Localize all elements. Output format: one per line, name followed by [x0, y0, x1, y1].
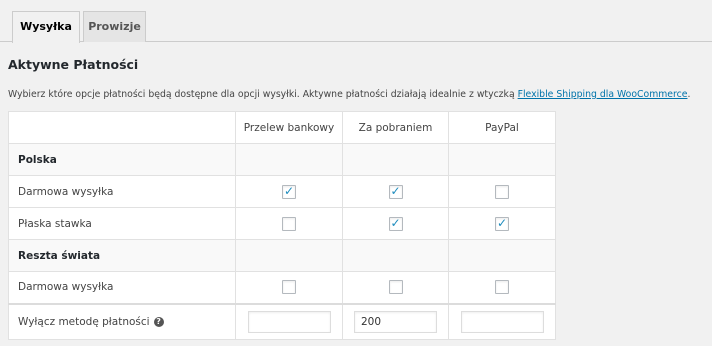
group-row: Polska — [8, 143, 556, 176]
disable-threshold-przelew-input[interactable] — [247, 310, 331, 333]
group-row: Reszta świata — [8, 239, 556, 272]
disable-method-label: Wyłącz metodę płatności — [18, 315, 150, 328]
header-za-pobraniem: Za pobraniem — [342, 111, 449, 144]
flexible-shipping-link[interactable]: Flexible Shipping dla WooCommerce — [518, 89, 688, 100]
checkbox[interactable] — [282, 216, 296, 231]
description: Wybierz które opcje płatności będą dostę… — [8, 89, 712, 101]
checkmark-icon: ✓ — [390, 183, 401, 198]
description-text: Wybierz które opcje płatności będą dostę… — [8, 89, 518, 100]
group-name: Reszta świata — [8, 239, 236, 272]
group-cell — [342, 239, 449, 272]
section-title: Aktywne Płatności — [8, 57, 139, 72]
checkmark-icon: ✓ — [390, 215, 401, 230]
checkbox[interactable] — [282, 280, 296, 295]
description-suffix: . — [687, 89, 691, 100]
disable-threshold-pobranie-input[interactable] — [354, 310, 437, 333]
checkbox[interactable] — [495, 184, 509, 199]
method-label: Płaska stawka — [8, 207, 236, 240]
disable-method-row: Wyłącz metodę płatności? — [8, 302, 556, 340]
tab-bar: Wysyłka Prowizje — [0, 0, 712, 43]
method-label: Darmowa wysyłka — [8, 175, 236, 208]
checkbox[interactable]: ✓ — [282, 183, 296, 199]
table-header-row: Przelew bankowy Za pobraniem PayPal — [8, 111, 556, 144]
header-przelew-bankowy: Przelew bankowy — [235, 111, 343, 144]
group-name: Polska — [8, 143, 236, 176]
tab-wysylka[interactable]: Wysyłka — [12, 11, 80, 43]
table-row: Darmowa wysyłka ✓ ✓ — [8, 175, 556, 208]
help-icon[interactable]: ? — [153, 316, 164, 327]
group-cell — [448, 143, 556, 176]
tab-prowizje[interactable]: Prowizje — [83, 11, 146, 42]
method-label: Darmowa wysyłka — [8, 271, 236, 304]
checkbox[interactable]: ✓ — [388, 183, 403, 199]
group-cell — [342, 143, 449, 176]
checkbox[interactable]: ✓ — [388, 215, 403, 231]
header-cell-empty — [8, 111, 236, 144]
header-paypal: PayPal — [448, 111, 556, 144]
checkbox[interactable] — [495, 280, 509, 295]
group-cell — [448, 239, 556, 272]
checkbox[interactable] — [388, 280, 403, 295]
table-row: Darmowa wysyłka — [8, 271, 556, 304]
checkbox[interactable]: ✓ — [495, 215, 509, 231]
checkmark-icon: ✓ — [284, 183, 295, 198]
disable-method-label-cell: Wyłącz metodę płatności? — [8, 302, 236, 340]
disable-threshold-paypal-input[interactable] — [460, 310, 544, 333]
table-row: Płaska stawka ✓ ✓ — [8, 207, 556, 240]
payments-table: Przelew bankowy Za pobraniem PayPal Pols… — [8, 111, 556, 340]
checkmark-icon: ✓ — [497, 215, 508, 230]
group-cell — [235, 143, 343, 176]
group-cell — [235, 239, 343, 272]
